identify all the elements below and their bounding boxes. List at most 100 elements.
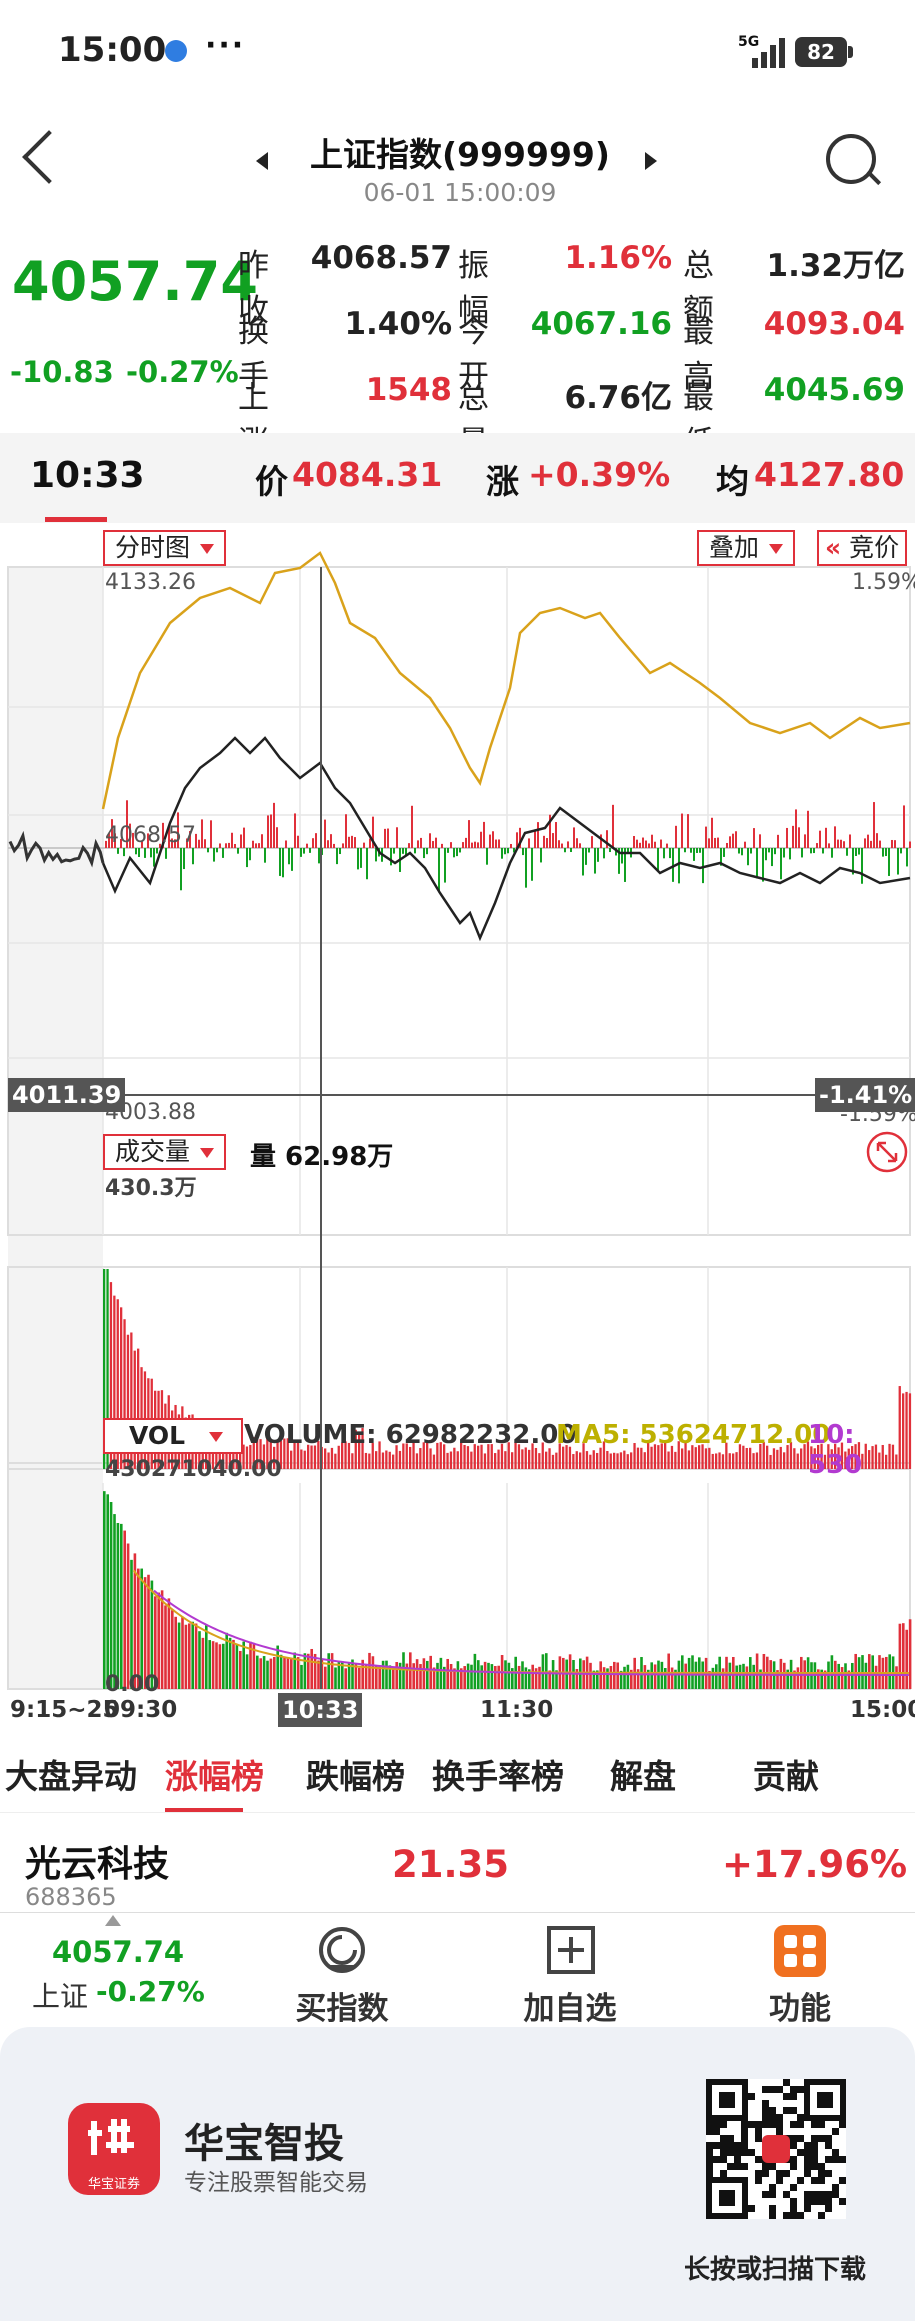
bar-index-price: 4057.74 (52, 1935, 185, 1969)
caret-up-icon (105, 1915, 121, 1926)
header: 上证指数(999999) 06-01 15:00:09 (0, 110, 915, 220)
battery-cap (848, 46, 853, 58)
page-title: 上证指数(999999) (310, 135, 610, 174)
cursor-avg-label: 均 (716, 462, 749, 501)
chart-type-dropdown[interactable]: 分时图 (103, 530, 227, 566)
crosshair-price-label: 4011.39 (8, 1078, 126, 1112)
battery-icon: 82 (795, 37, 847, 67)
cursor-chg-label: 涨 (486, 462, 519, 501)
x-axis-open: 09:30 (104, 1697, 178, 1723)
logo-mark-icon (88, 2119, 134, 2155)
brand-name: 华宝智投 (184, 2121, 344, 2167)
auction-toggle[interactable]: « 竞价 (817, 530, 908, 566)
overlay-label: 叠加 (709, 533, 760, 562)
status-time: 15:00 (58, 30, 167, 70)
stat-value: 1.40% (344, 306, 452, 342)
bar-index-name: 上证 (32, 1980, 89, 2013)
tab-market-moves[interactable]: 大盘异动 (5, 1750, 137, 1798)
indicator-label: VOL (129, 1421, 186, 1450)
tab-losers[interactable]: 跌幅榜 (306, 1750, 405, 1798)
bar-index-pct: -0.27% (96, 1975, 205, 2008)
cursor-price-label: 价 (255, 462, 288, 501)
cursor-price: 4084.31 (292, 455, 443, 494)
prev-stock-icon[interactable] (256, 152, 268, 170)
volume-max: 430.3万 (105, 1176, 197, 1201)
cursor-avg: 4127.80 (754, 455, 905, 494)
cursor-time: 10:33 (30, 455, 145, 496)
stock-pct: +17.96% (722, 1843, 908, 1886)
signal-icon (752, 38, 785, 68)
vol-ma5: MA5: 53624712.00 (556, 1420, 831, 1450)
app-notification-icon (165, 40, 187, 62)
chevron-down-icon (209, 1432, 224, 1442)
y-axis-mid: 4068.57 (105, 823, 196, 848)
expand-icon[interactable] (865, 1130, 909, 1174)
table-row[interactable]: 光云科技 688365 21.35 +17.96% (0, 1812, 915, 1913)
chart-grid (7, 566, 911, 1690)
status-bar: 15:00 ··· 5G 82 (0, 0, 915, 110)
cursor-chg: +0.39% (528, 455, 671, 494)
indicator-dropdown[interactable]: VOL (103, 1418, 243, 1454)
function-label[interactable]: 功能 (720, 1983, 880, 2028)
add-watchlist-icon[interactable] (546, 1925, 596, 1975)
quote-time: 06-01 15:00:09 (363, 178, 557, 207)
download-banner[interactable]: 华宝证券 华宝智投 专注股票智能交易 长按或扫描下载 (0, 2027, 915, 2321)
logo-text: 华宝证券 (87, 2177, 140, 2192)
volume-tag-label: 成交量 (115, 1137, 191, 1166)
app-logo: 华宝证券 (68, 2103, 160, 2195)
next-stock-icon[interactable] (645, 152, 657, 170)
x-axis-noon: 11:30 (480, 1697, 554, 1723)
stat-value: 1.16% (564, 240, 672, 276)
stat-value: 6.76亿 (564, 380, 673, 416)
x-axis-cursor: 10:33 (278, 1693, 363, 1727)
buy-index-icon[interactable] (315, 1923, 369, 1977)
back-icon[interactable] (22, 130, 76, 184)
function-icon[interactable] (774, 1925, 826, 1977)
vol-max: 430271040.00 (105, 1457, 282, 1482)
overlay-dropdown[interactable]: 叠加 (697, 530, 796, 566)
stock-name: 光云科技 (25, 1844, 170, 1885)
stock-price: 21.35 (392, 1843, 510, 1886)
stat-value: 1.32万亿 (766, 248, 906, 284)
buy-index-label[interactable]: 买指数 (262, 1983, 422, 2028)
pct-axis-top: 1.59% (852, 570, 915, 595)
price-change: -10.83 (10, 355, 114, 389)
chevron-down-icon (769, 544, 784, 554)
stat-value: 4067.16 (530, 306, 672, 342)
stock-code: 688365 (25, 1883, 117, 1911)
x-axis-close: 15:00 (850, 1697, 915, 1723)
bottom-toolbar: 4057.74 上证 -0.27% 买指数 加自选 功能 (0, 1912, 915, 2028)
vol-volume: VOLUME: 62982232.00 (244, 1420, 577, 1450)
qr-code (706, 2079, 846, 2219)
ranking-tabs: 大盘异动 涨幅榜 跌幅榜 换手率榜 解盘 贡献 (0, 1738, 915, 1813)
volume-label: 量 62.98万 (250, 1142, 394, 1172)
stat-value: 4093.04 (763, 306, 905, 342)
tab-contribution[interactable]: 贡献 (753, 1750, 819, 1798)
x-axis-auction: 9:15~25 (10, 1697, 119, 1723)
y-axis-top: 4133.26 (105, 570, 196, 595)
qr-caption: 长按或扫描下载 (684, 2255, 867, 2285)
tab-turnover[interactable]: 换手率榜 (432, 1750, 564, 1798)
tab-gainers[interactable]: 涨幅榜 (165, 1750, 264, 1798)
vol-ma10: 10: 530 (808, 1420, 863, 1480)
chevron-down-icon (200, 1148, 215, 1158)
brand-slogan: 专注股票智能交易 (184, 2170, 368, 2196)
stat-value: 4068.57 (310, 240, 452, 276)
price-change-pct: -0.27% (126, 355, 239, 389)
stat-value: 4045.69 (763, 372, 905, 408)
crosshair-pct-label: -1.41% (815, 1078, 915, 1112)
tab-analysis[interactable]: 解盘 (610, 1750, 676, 1798)
add-watchlist-label[interactable]: 加自选 (490, 1983, 650, 2028)
search-icon-handle (866, 170, 882, 186)
pre-market-zone (8, 567, 103, 1689)
stat-value: 1548 (365, 372, 452, 408)
more-notifications-icon: ··· (205, 28, 246, 63)
current-price: 4057.74 (12, 250, 258, 313)
chevron-down-icon (200, 544, 215, 554)
cursor-info-strip: 10:33 价 4084.31 涨 +0.39% 均 4127.80 (0, 433, 915, 523)
search-icon[interactable] (826, 134, 876, 184)
vol-min: 0.00 (105, 1672, 160, 1697)
cursor-underline (45, 517, 107, 522)
double-chevron-left-icon: « (825, 533, 842, 562)
volume-dropdown[interactable]: 成交量 (103, 1134, 227, 1170)
